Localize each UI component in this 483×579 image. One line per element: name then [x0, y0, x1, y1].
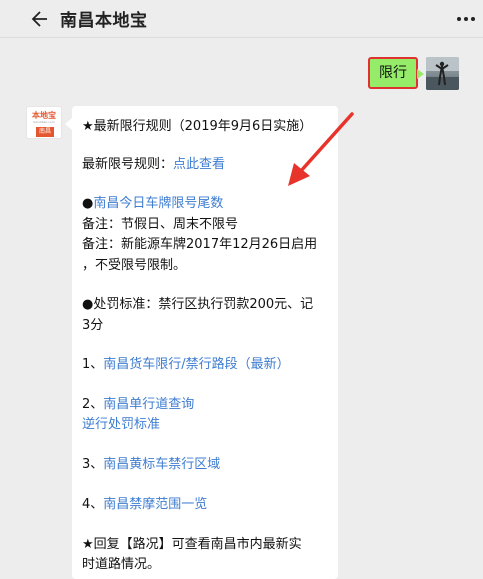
footer-line: ★回复【路况】可查看南昌市内最新实: [82, 537, 302, 552]
today-plate-line: ●南昌今日车牌限号尾数: [82, 192, 223, 211]
rule-heading: ★最新限行规则（2019年9月6日实施）: [82, 119, 313, 134]
user-message-bubble[interactable]: 限行: [368, 57, 424, 89]
bullet: ●: [82, 196, 94, 211]
wrong-way-penalty-link[interactable]: 逆行处罚标准: [82, 413, 160, 432]
latest-rule-label: 最新限号规则：: [82, 157, 174, 172]
list-item-yellow: 3、南昌黄标车禁行区域: [82, 453, 220, 472]
truck-restriction-link[interactable]: 南昌货车限行/禁行路段（最新）: [103, 357, 289, 372]
note-new-energy-cont: ，不受限号限制。: [82, 258, 187, 273]
list-number: 2、: [82, 397, 104, 412]
penalty-line: ●处罚标准：禁行区执行罚款200元、记: [82, 297, 314, 312]
top-bar: 南昌本地宝: [0, 0, 483, 38]
user-avatar-image: [426, 57, 459, 90]
bot-avatar-city: 南昌: [36, 127, 54, 137]
footer-line-cont: 时道路情况。: [82, 557, 161, 572]
list-item-moto: 4、南昌禁摩范围一览: [82, 493, 207, 512]
today-plate-link[interactable]: 南昌今日车牌限号尾数: [93, 196, 223, 211]
list-item-truck: 1、南昌货车限行/禁行路段（最新）: [82, 353, 290, 372]
penalty-line-cont: 3分: [82, 318, 104, 333]
list-number: 3、: [82, 457, 104, 472]
one-way-link[interactable]: 南昌单行道查询: [103, 397, 194, 412]
note-holiday: 备注：节假日、周末不限号: [82, 217, 239, 232]
back-arrow-icon[interactable]: [30, 10, 48, 28]
list-number: 4、: [82, 497, 104, 512]
bot-avatar[interactable]: 本地宝 bendibao.com 南昌: [26, 106, 62, 139]
motorcycle-ban-link[interactable]: 南昌禁摩范围一览: [103, 497, 207, 512]
list-number: 1、: [82, 357, 104, 372]
note-new-energy: 备注：新能源车牌2017年12月26日启用: [82, 237, 318, 252]
more-dots-icon[interactable]: [456, 16, 476, 22]
bot-avatar-logo-sub: bendibao.com: [33, 120, 55, 124]
bot-message-bubble: ★最新限行规则（2019年9月6日实施） 最新限号规则：点此查看 ●南昌今日车牌…: [65, 106, 338, 579]
latest-rule-line: 最新限号规则：点此查看: [82, 153, 225, 172]
yellow-label-link[interactable]: 南昌黄标车禁行区域: [103, 457, 220, 472]
view-rule-link[interactable]: 点此查看: [173, 157, 225, 172]
page-title: 南昌本地宝: [60, 11, 148, 31]
list-item-oneway: 2、南昌单行道查询: [82, 393, 194, 412]
user-avatar[interactable]: [426, 57, 459, 90]
